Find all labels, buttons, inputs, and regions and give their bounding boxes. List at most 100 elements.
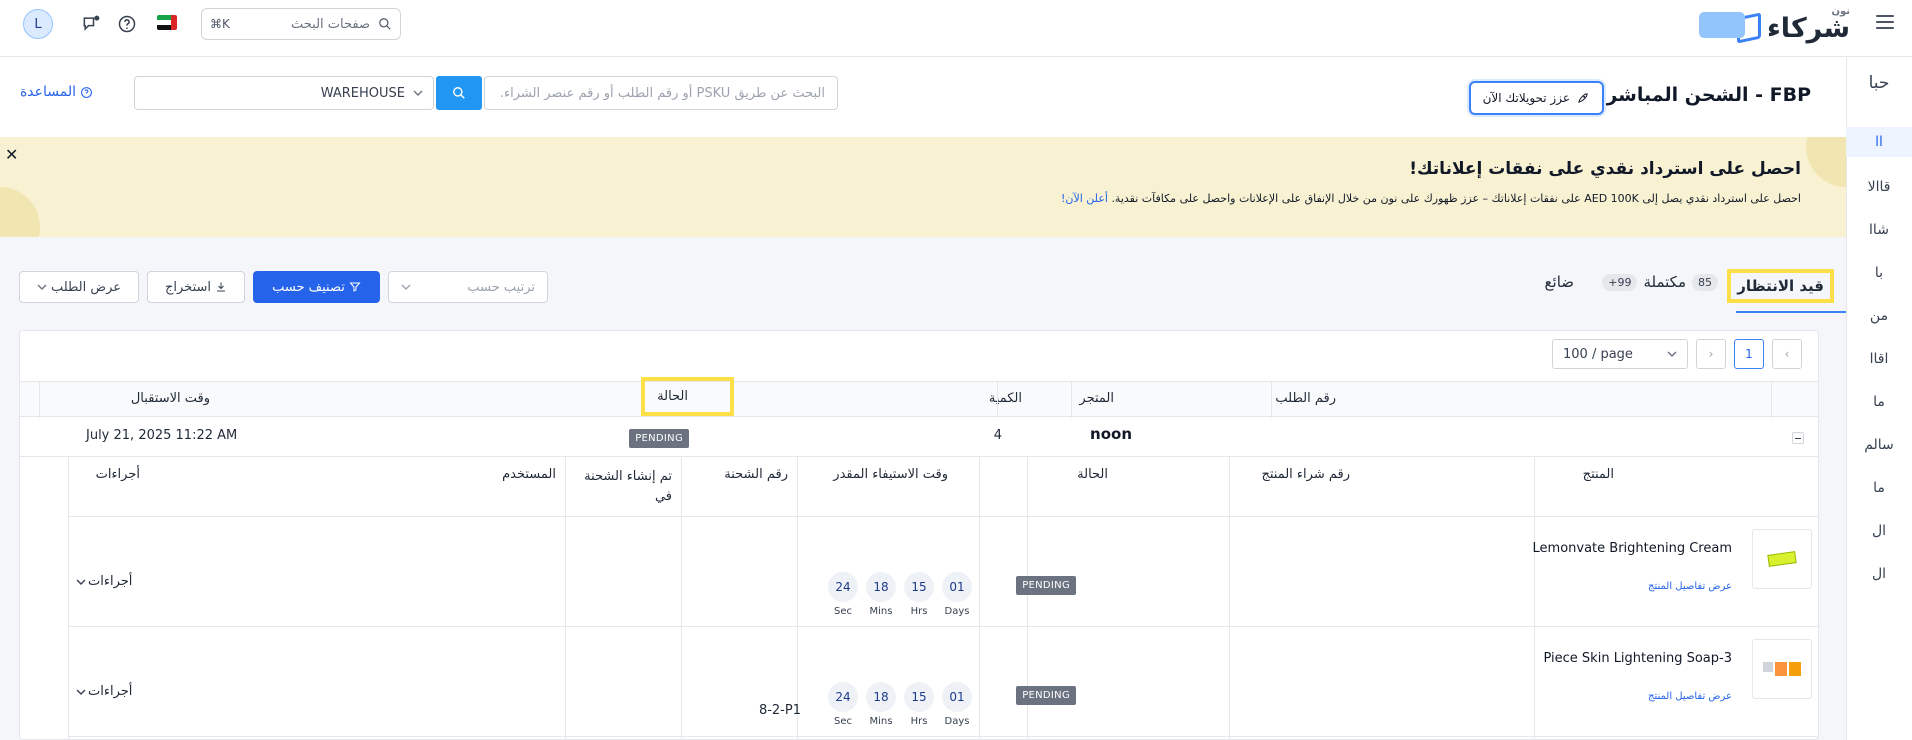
- noon-logo: noon: [1090, 425, 1132, 443]
- sidebar-item-6[interactable]: اقاا: [1846, 351, 1912, 367]
- export-button[interactable]: استخراج: [147, 271, 245, 303]
- item-status-badge: PENDING: [1016, 576, 1076, 595]
- help-icon[interactable]: [116, 13, 138, 35]
- actions-dropdown[interactable]: أجراءات: [76, 574, 132, 589]
- next-page-button[interactable]: ›: [1696, 339, 1726, 369]
- tab-lost[interactable]: ضائع: [1545, 273, 1574, 291]
- col-actions: أجراءات: [95, 467, 140, 482]
- timer-hrs: 15: [904, 572, 934, 602]
- col-shipment-no: رقم الشحنة: [724, 467, 788, 482]
- col-shipment-created: تم إنشاء الشحنة في: [584, 469, 672, 504]
- close-icon[interactable]: ✕: [5, 145, 18, 164]
- banner-text-body: احصل على استرداد نقدي يصل إلى AED 100K ع…: [1111, 192, 1801, 205]
- menu-icon[interactable]: [1876, 15, 1894, 29]
- boost-label: عزز تحويلاتك الآن: [1482, 91, 1570, 105]
- export-label: استخراج: [165, 279, 211, 295]
- search-button[interactable]: [436, 76, 482, 110]
- notification-chat-icon[interactable]: [80, 13, 102, 35]
- col-received-time: وقت الاستقبال: [130, 391, 210, 406]
- tab-pending[interactable]: قيد الانتظار: [1727, 269, 1834, 303]
- orders-card: ‹ 1 › 100 / page رقم الطلب المتجر الكمية…: [19, 330, 1819, 740]
- page-title: FBP - الشحن المباشر: [1606, 84, 1811, 106]
- chevron-down-icon: [401, 284, 411, 290]
- collapse-row-icon[interactable]: [1792, 432, 1804, 444]
- page-header: FBP - الشحن المباشر عزز تحويلاتك الآن ال…: [0, 57, 1846, 137]
- actions-label: أجراءات: [88, 574, 133, 589]
- product-thumbnail[interactable]: [1752, 639, 1812, 699]
- logo[interactable]: نون شركاء: [1737, 5, 1850, 48]
- chevron-down-icon: [76, 689, 86, 695]
- col-product: المنتج: [1582, 467, 1614, 482]
- product-thumbnail[interactable]: [1752, 529, 1812, 589]
- avatar[interactable]: L: [23, 9, 53, 39]
- rocket-icon: [1578, 93, 1588, 103]
- advertise-now-link[interactable]: أعلن الآن!: [1061, 192, 1108, 205]
- sidebar-item-5[interactable]: من: [1846, 308, 1912, 324]
- eta-countdown: 24 Sec 18 Mins 15 Hrs 01 Days: [828, 572, 972, 617]
- page-search[interactable]: صفحات البحث ⌘K: [201, 8, 401, 40]
- col-status: الحالة: [641, 377, 734, 416]
- page-size-select[interactable]: 100 / page: [1552, 339, 1688, 369]
- order-quantity: 4: [993, 428, 1002, 443]
- tab-completed-label: مكتملة: [1643, 273, 1686, 291]
- sidebar-item-11[interactable]: ال: [1846, 566, 1912, 582]
- pending-count-badge: 85: [1692, 273, 1718, 291]
- tab-pending-label: قيد الانتظار: [1737, 277, 1824, 295]
- actions-label: أجراءات: [88, 684, 133, 699]
- page-search-placeholder: صفحات البحث: [291, 16, 370, 32]
- col-po-no: رقم شراء المنتج: [1261, 467, 1350, 482]
- received-time: July 21, 2025 11:22 AM: [86, 428, 238, 443]
- classify-button[interactable]: تصنيف حسب: [253, 271, 380, 303]
- sort-placeholder: ترتيب حسب: [467, 279, 535, 295]
- product-details-link[interactable]: عرض تفاصيل المنتج: [1648, 691, 1732, 702]
- product-subtable: المنتج رقم شراء المنتج الحالة وقت الاستي…: [68, 457, 1818, 739]
- timer-sec: 24: [828, 572, 858, 602]
- prev-page-button[interactable]: ‹: [1772, 339, 1802, 369]
- sidebar-item-2[interactable]: قاالا: [1846, 179, 1912, 195]
- warehouse-select[interactable]: WAREHOUSE: [134, 76, 434, 110]
- chevron-down-icon: [76, 579, 86, 585]
- sidebar-item-0[interactable]: حبا: [1846, 73, 1912, 93]
- logo-sub: نون: [1831, 5, 1850, 17]
- completed-count-badge: 99+: [1602, 273, 1638, 291]
- timer-mins: 18: [866, 682, 896, 712]
- filter-icon: [349, 282, 361, 292]
- orders-table-header: رقم الطلب المتجر الكمية الحالة وقت الاست…: [20, 377, 1818, 418]
- help-link[interactable]: المساعدة: [20, 84, 93, 100]
- sidebar-item-3[interactable]: شاا: [1846, 222, 1912, 238]
- page-number-button[interactable]: 1: [1734, 339, 1764, 369]
- product-po-no: 8-2-P1: [758, 703, 801, 718]
- sidebar-item-8[interactable]: سالم: [1846, 437, 1912, 453]
- sidebar-item-7[interactable]: ما: [1846, 394, 1912, 410]
- account-pill[interactable]: [1699, 12, 1745, 38]
- uae-flag-icon[interactable]: [157, 15, 177, 30]
- sidebar-item-4[interactable]: با: [1846, 265, 1912, 281]
- timer-sec: 24: [828, 682, 858, 712]
- banner-text: احصل على استرداد نقدي يصل إلى AED 100K ع…: [1061, 192, 1801, 205]
- actions-dropdown[interactable]: أجراءات: [76, 684, 132, 699]
- product-details-link[interactable]: عرض تفاصيل المنتج: [1648, 581, 1732, 592]
- download-icon: [217, 282, 225, 292]
- view-order-select[interactable]: عرض الطلب: [19, 271, 139, 303]
- timer-mins: 18: [866, 572, 896, 602]
- warehouse-value: WAREHOUSE: [320, 85, 405, 101]
- table-row[interactable]: noon 4 PENDING July 21, 2025 11:22 AM: [20, 417, 1818, 457]
- shortcut-hint: ⌘K: [210, 17, 230, 31]
- promo-banner: احصل على استرداد نقدي على نفقات إعلاناتك…: [0, 137, 1846, 237]
- sort-select[interactable]: ترتيب حسب: [388, 271, 548, 303]
- pagination: ‹ 1 › 100 / page: [1552, 339, 1802, 369]
- sidebar-item-9[interactable]: ما: [1846, 480, 1912, 496]
- sidebar-item-10[interactable]: ال: [1846, 523, 1912, 539]
- table-row: Lemonvate Brightening Cream عرض تفاصيل ا…: [68, 517, 1818, 627]
- order-search-input[interactable]: البحث عن طريق PSKU أو رقم الطلب أو رقم ع…: [484, 76, 838, 110]
- boost-conversions-button[interactable]: عزز تحويلاتك الآن: [1468, 81, 1604, 115]
- classify-label: تصنيف حسب: [272, 279, 345, 295]
- timer-hrs: 15: [904, 682, 934, 712]
- item-status-badge: PENDING: [1016, 686, 1076, 705]
- tab-completed[interactable]: 85 مكتملة 99+: [1602, 273, 1718, 291]
- chevron-down-icon: [37, 284, 47, 290]
- sidebar-item-1[interactable]: اا: [1846, 127, 1912, 157]
- search-icon: [453, 87, 465, 99]
- logo-text: شركاء: [1767, 12, 1850, 44]
- page-size-value: 100 / page: [1563, 346, 1633, 362]
